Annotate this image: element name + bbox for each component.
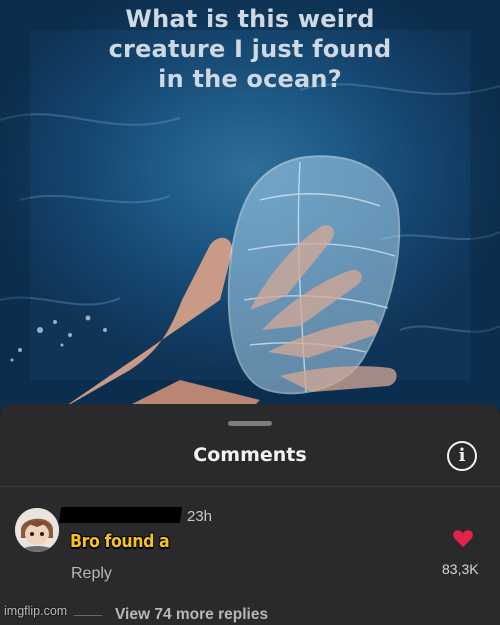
sheet-drag-handle[interactable]	[228, 421, 272, 426]
heart-icon[interactable]	[452, 528, 474, 548]
caption-line: in the ocean?	[158, 65, 342, 93]
reply-button[interactable]: Reply	[71, 565, 112, 583]
imgflip-watermark: imgflip.com	[4, 604, 68, 618]
comment-timestamp: 23h	[187, 508, 213, 525]
comment-text: Bro found a	[70, 531, 170, 552]
avatar[interactable]	[15, 508, 59, 552]
view-more-replies-button[interactable]: View 74 more replies	[115, 606, 268, 624]
like-count: 83,3K	[442, 561, 479, 577]
avatar-image	[15, 508, 59, 552]
comments-sheet: Comments i 23h Bro found a Reply 83,3K V…	[0, 404, 500, 625]
divider	[0, 486, 500, 487]
post-caption: What is this weird creature I just found…	[0, 4, 500, 94]
caption-line: What is this weird	[125, 5, 375, 33]
sheet-title: Comments	[193, 444, 307, 466]
info-icon[interactable]: i	[447, 441, 477, 471]
redacted-username	[58, 507, 183, 523]
post-photo: What is this weird creature I just found…	[0, 0, 500, 410]
caption-line: creature I just found	[108, 35, 392, 63]
replies-connector-line	[74, 615, 102, 616]
